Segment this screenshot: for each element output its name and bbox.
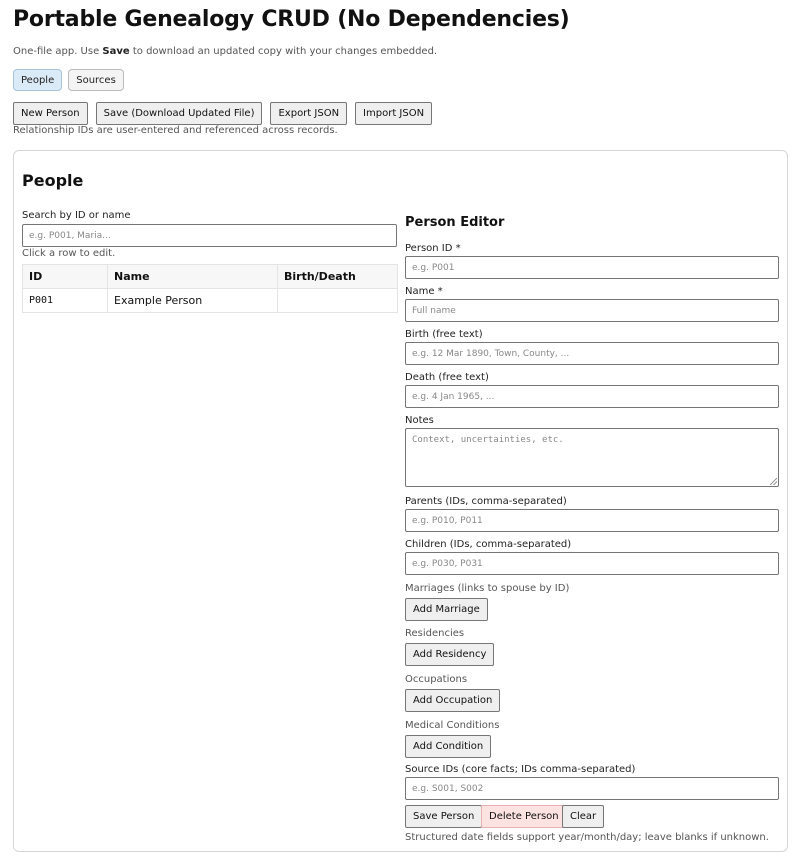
date-fields-hint: Structured date fields support year/mont… bbox=[405, 832, 769, 843]
notes-label: Notes bbox=[405, 415, 434, 426]
people-panel: People Search by ID or name e.g. P001, M… bbox=[13, 150, 788, 852]
source-ids-label: Source IDs (core facts; IDs comma-separa… bbox=[405, 764, 636, 775]
clear-button[interactable]: Clear bbox=[562, 805, 605, 828]
person-id-label: Person ID * bbox=[405, 243, 461, 254]
cell-birth-death bbox=[277, 288, 398, 313]
column-header-id: ID bbox=[22, 264, 108, 289]
new-person-button[interactable]: New Person bbox=[13, 102, 88, 125]
tab-bar: People Sources bbox=[13, 69, 124, 91]
death-input[interactable]: e.g. 4 Jan 1965, ... bbox=[405, 385, 779, 408]
delete-person-button[interactable]: Delete Person bbox=[481, 805, 567, 828]
column-header-name: Name bbox=[107, 264, 278, 289]
person-editor-title: Person Editor bbox=[405, 215, 505, 230]
add-marriage-button[interactable]: Add Marriage bbox=[405, 598, 488, 621]
toolbar: New Person Save (Download Updated File) … bbox=[13, 102, 433, 125]
medical-conditions-label: Medical Conditions bbox=[405, 720, 500, 731]
residencies-label: Residencies bbox=[405, 628, 465, 639]
resize-grip-icon[interactable] bbox=[770, 478, 777, 485]
relationship-hint: Relationship IDs are user-entered and re… bbox=[13, 125, 338, 136]
parents-label: Parents (IDs, comma-separated) bbox=[405, 496, 567, 507]
people-table: ID Name Birth/Death P001 Example Person bbox=[22, 264, 398, 313]
notes-placeholder: Context, uncertainties, etc. bbox=[412, 435, 564, 445]
people-title: People bbox=[22, 171, 84, 190]
death-label: Death (free text) bbox=[405, 372, 489, 383]
add-residency-button[interactable]: Add Residency bbox=[405, 643, 495, 666]
subtitle-text-post: to download an updated copy with your ch… bbox=[129, 46, 438, 57]
marriages-label: Marriages (links to spouse by ID) bbox=[405, 583, 570, 594]
click-row-hint: Click a row to edit. bbox=[22, 248, 116, 259]
children-input[interactable]: e.g. P030, P031 bbox=[405, 552, 779, 575]
page-title: Portable Genealogy CRUD (No Dependencies… bbox=[13, 7, 570, 32]
subtitle-text-pre: One-file app. Use bbox=[13, 46, 103, 57]
source-ids-input[interactable]: e.g. S001, S002 bbox=[405, 777, 779, 800]
parents-input[interactable]: e.g. P010, P011 bbox=[405, 509, 779, 532]
cell-name: Example Person bbox=[107, 288, 278, 313]
table-row[interactable]: P001 Example Person bbox=[22, 288, 398, 313]
app-subtitle: One-file app. Use Save to download an up… bbox=[13, 46, 437, 57]
save-person-button[interactable]: Save Person bbox=[405, 805, 483, 828]
search-input[interactable]: e.g. P001, Maria... bbox=[22, 224, 397, 247]
search-label: Search by ID or name bbox=[22, 210, 131, 221]
person-id-input[interactable]: e.g. P001 bbox=[405, 256, 779, 279]
occupations-label: Occupations bbox=[405, 674, 468, 685]
name-input[interactable]: Full name bbox=[405, 299, 779, 322]
notes-textarea[interactable]: Context, uncertainties, etc. bbox=[405, 428, 779, 487]
birth-input[interactable]: e.g. 12 Mar 1890, Town, County, ... bbox=[405, 342, 779, 365]
export-json-button[interactable]: Export JSON bbox=[270, 102, 348, 125]
add-occupation-button[interactable]: Add Occupation bbox=[405, 689, 501, 712]
name-label: Name * bbox=[405, 286, 443, 297]
import-json-button[interactable]: Import JSON bbox=[355, 102, 433, 125]
cell-id: P001 bbox=[22, 288, 108, 313]
save-download-button[interactable]: Save (Download Updated File) bbox=[95, 102, 263, 125]
table-header-row: ID Name Birth/Death bbox=[22, 264, 398, 289]
subtitle-save-word: Save bbox=[102, 46, 130, 57]
column-header-birth-death: Birth/Death bbox=[277, 264, 398, 289]
tab-people[interactable]: People bbox=[13, 69, 63, 91]
add-condition-button[interactable]: Add Condition bbox=[405, 735, 492, 758]
tab-sources[interactable]: Sources bbox=[68, 69, 124, 91]
children-label: Children (IDs, comma-separated) bbox=[405, 539, 572, 550]
birth-label: Birth (free text) bbox=[405, 329, 483, 340]
